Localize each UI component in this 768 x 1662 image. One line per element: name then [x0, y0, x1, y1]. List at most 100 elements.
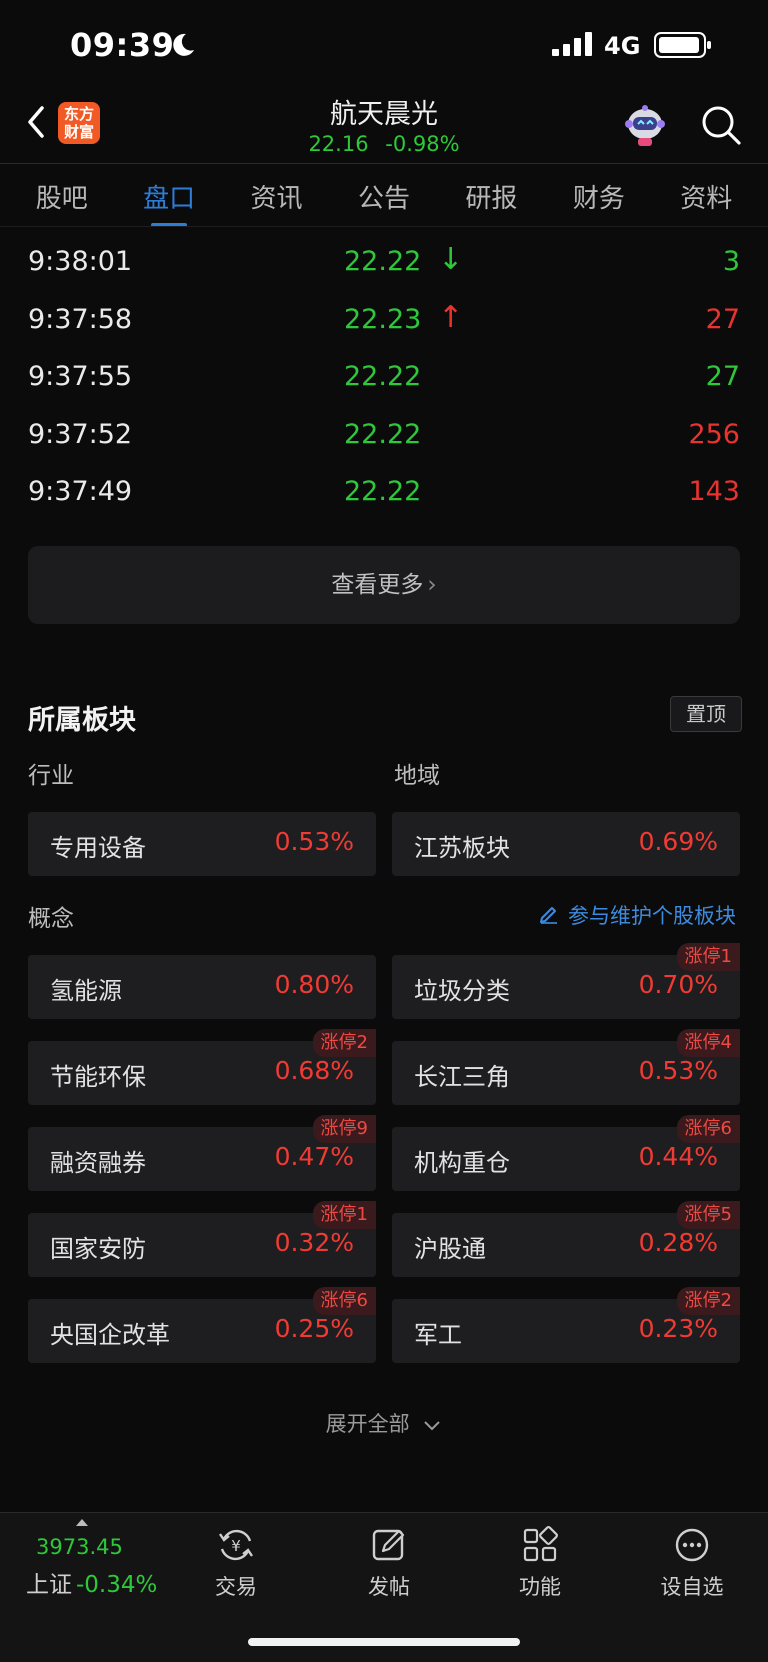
- region-label: 地域: [394, 763, 440, 789]
- concept-card[interactable]: 长江三角 0.53% 涨停4: [392, 1029, 740, 1105]
- stock-price: 22.16: [308, 132, 369, 156]
- header-divider: [0, 163, 768, 164]
- tick-volume: 256: [688, 418, 740, 450]
- limit-up-badge: 涨停1: [676, 943, 740, 971]
- arrow-up-icon: ↑: [438, 299, 464, 335]
- concept-card[interactable]: 氢能源 0.80%: [28, 955, 376, 1019]
- concept-card[interactable]: 机构重仓 0.44% 涨停6: [392, 1115, 740, 1191]
- concept-card[interactable]: 融资融券 0.47% 涨停9: [28, 1115, 376, 1191]
- nav-functions[interactable]: 功能: [490, 1525, 590, 1601]
- sector-name: 央国企改革: [50, 1321, 170, 1349]
- tick-price: 22.22: [344, 418, 422, 450]
- concept-card[interactable]: 军工 0.23% 涨停2: [392, 1287, 740, 1363]
- moon-icon: [173, 33, 194, 56]
- concept-card[interactable]: 节能环保 0.68% 涨停2: [28, 1029, 376, 1105]
- search-icon[interactable]: [700, 104, 742, 146]
- tick-price: 22.22: [344, 246, 422, 277]
- sector-change: 0.53%: [274, 827, 354, 856]
- tick-volume: 27: [705, 303, 740, 335]
- arrow-down-icon: ↓: [438, 242, 464, 277]
- tab-bar: 股吧 盘口 资讯 公告 研报 财务 资料: [0, 166, 768, 227]
- sector-name: 融资融券: [50, 1149, 146, 1177]
- more-icon: [675, 1528, 709, 1562]
- sector-change: 0.70%: [638, 970, 718, 999]
- tab-news[interactable]: 资讯: [223, 178, 330, 215]
- nav-label: 发帖: [368, 1575, 410, 1599]
- chevron-right-icon: ›: [427, 572, 437, 598]
- sector-card-industry[interactable]: 专用设备 0.53%: [28, 812, 376, 876]
- view-more-label: 查看更多: [331, 572, 424, 598]
- sector-change: 0.68%: [274, 1056, 354, 1085]
- tab-research[interactable]: 研报: [438, 178, 545, 215]
- tab-announcements[interactable]: 公告: [330, 178, 437, 215]
- stock-header: 东方 财富 航天晨光 22.16 -0.98%: [0, 90, 768, 162]
- sector-change: 0.44%: [638, 1142, 718, 1171]
- sector-card-region[interactable]: 江苏板块 0.69%: [392, 812, 740, 876]
- pencil-icon[interactable]: [538, 902, 560, 924]
- sector-name: 专用设备: [50, 834, 146, 862]
- status-time: 09:39: [70, 26, 175, 64]
- sector-name: 国家安防: [50, 1235, 146, 1263]
- maintain-sectors-link[interactable]: 参与维护个股板块: [568, 900, 736, 930]
- sector-name: 沪股通: [414, 1235, 486, 1263]
- tick-volume: 27: [705, 361, 740, 392]
- tick-row: 9:37:58 22.23 ↑ 27: [28, 296, 740, 354]
- concept-card[interactable]: 沪股通 0.28% 涨停5: [392, 1201, 740, 1277]
- nav-label: 交易: [215, 1575, 257, 1599]
- expand-up-icon[interactable]: [76, 1519, 88, 1526]
- apps-icon: [523, 1526, 558, 1562]
- battery-icon: [654, 32, 711, 58]
- sector-name: 机构重仓: [414, 1149, 510, 1177]
- sector-change: 0.23%: [638, 1314, 718, 1343]
- tick-row: 9:37:52 22.22 256: [28, 411, 740, 469]
- expand-all-button[interactable]: 展开全部: [0, 1408, 768, 1438]
- tick-row: 9:37:49 22.22 143: [28, 468, 740, 526]
- view-more-button[interactable]: 查看更多 ›: [28, 546, 740, 624]
- signal-icon: [552, 32, 592, 56]
- limit-up-badge: 涨停6: [676, 1115, 740, 1143]
- sector-name: 垃圾分类: [414, 977, 510, 1005]
- index-name: 上证: [26, 1572, 72, 1598]
- limit-up-badge: 涨停2: [676, 1287, 740, 1315]
- network-type: 4G: [604, 32, 641, 60]
- trade-icon: ¥: [219, 1529, 253, 1561]
- tick-time: 9:37:49: [28, 476, 133, 507]
- tab-guba[interactable]: 股吧: [8, 178, 115, 215]
- concept-card[interactable]: 垃圾分类 0.70% 涨停1: [392, 943, 740, 1019]
- home-indicator[interactable]: [248, 1638, 520, 1646]
- tab-pankou[interactable]: 盘口: [115, 178, 222, 227]
- tab-profile[interactable]: 资料: [653, 178, 760, 215]
- tick-volume: 3: [722, 246, 740, 277]
- concept-card[interactable]: 国家安防 0.32% 涨停1: [28, 1201, 376, 1277]
- tick-time: 9:37:55: [28, 361, 133, 392]
- sector-name: 氢能源: [50, 977, 122, 1005]
- index-ticker[interactable]: 上证 -0.34%: [26, 1565, 157, 1599]
- limit-up-badge: 涨停6: [312, 1287, 376, 1315]
- sector-name: 军工: [414, 1321, 462, 1349]
- limit-up-badge: 涨停5: [676, 1201, 740, 1229]
- nav-label: 设自选: [660, 1575, 724, 1599]
- sector-change: 0.53%: [638, 1056, 718, 1085]
- index-value[interactable]: 3973.45: [36, 1535, 123, 1559]
- sector-change: 0.25%: [274, 1314, 354, 1343]
- section-title: 所属板块: [28, 705, 136, 736]
- tick-price: 22.22: [344, 361, 422, 392]
- expand-all-label: 展开全部: [325, 1412, 410, 1436]
- concept-card[interactable]: 央国企改革 0.25% 涨停6: [28, 1287, 376, 1363]
- concept-label: 概念: [28, 906, 74, 932]
- sector-name: 长江三角: [414, 1063, 510, 1091]
- nav-post[interactable]: 发帖: [339, 1525, 439, 1601]
- sector-change: 0.80%: [274, 970, 354, 999]
- nav-label: 功能: [519, 1575, 561, 1599]
- nav-add-watchlist[interactable]: 设自选: [642, 1525, 742, 1601]
- robot-assistant-icon[interactable]: [620, 102, 670, 148]
- post-icon: [372, 1529, 405, 1561]
- tick-time: 9:37:52: [28, 418, 133, 450]
- tab-finance[interactable]: 财务: [545, 178, 652, 215]
- nav-trade[interactable]: ¥ 交易: [186, 1525, 286, 1601]
- tick-volume: 143: [688, 476, 740, 507]
- svg-text:¥: ¥: [231, 1537, 241, 1555]
- tabs-divider: [0, 226, 768, 227]
- index-change: -0.34%: [76, 1572, 158, 1598]
- pin-top-button[interactable]: 置顶: [670, 696, 742, 732]
